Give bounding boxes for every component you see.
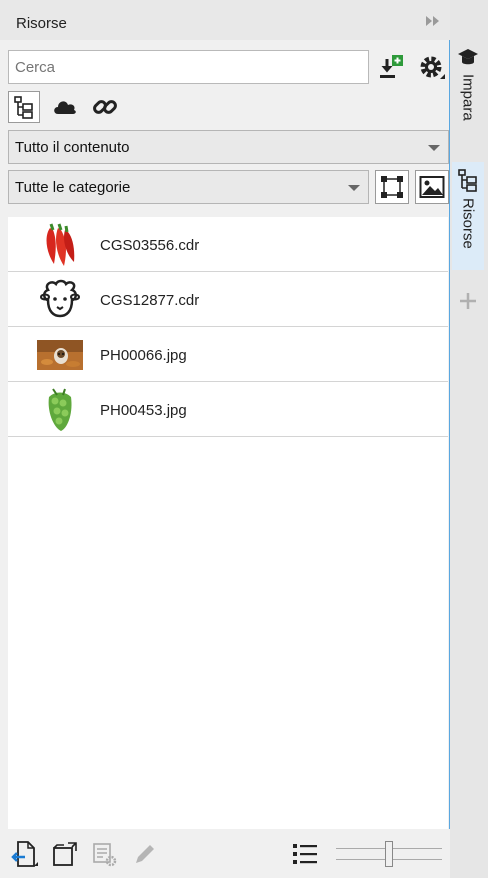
category-filter-dropdown[interactable]: Tutte le categorie (8, 170, 369, 204)
chevron-down-icon (428, 145, 440, 151)
list-item[interactable]: CGS12877.cdr (8, 272, 448, 327)
image-icon (419, 176, 445, 198)
tab-learn[interactable]: Impara (452, 42, 484, 152)
panel-title: Risorse (16, 15, 67, 32)
resources-panel: Risorse Cerca Tutto il contenuto Tutte l… (0, 0, 469, 878)
cloud-icon (54, 101, 76, 114)
resource-list: CGS03556.cdr CGS12877.cdr PH00066.jpg PH… (8, 217, 448, 829)
panel-titlebar: Risorse (0, 0, 469, 40)
add-docker-icon[interactable] (458, 290, 478, 318)
linked-resources-button[interactable] (89, 91, 121, 123)
content-filter-value: Tutto il contenuto (15, 139, 130, 156)
file-name: PH00453.jpg (100, 402, 187, 419)
settings-button[interactable] (416, 52, 448, 84)
file-name: PH00066.jpg (100, 347, 187, 364)
file-name: CGS03556.cdr (100, 237, 200, 254)
tab-resources-label: Risorse (459, 198, 477, 249)
peas-photo-thumbnail-icon (37, 387, 83, 433)
local-resources-button[interactable] (8, 91, 40, 123)
list-view-icon (293, 844, 317, 864)
cloud-resources-button[interactable] (49, 91, 81, 123)
chili-peppers-thumbnail-icon (37, 222, 83, 268)
list-item[interactable]: CGS03556.cdr (8, 217, 448, 272)
docker-tabs: Impara Risorse (450, 0, 488, 878)
sheep-face-thumbnail-icon (37, 277, 83, 323)
tab-learn-label: Impara (459, 74, 477, 121)
vector-bounding-box-icon (381, 176, 403, 198)
link-icon (93, 100, 117, 114)
document-folder-icon (53, 842, 77, 866)
download-add-button[interactable] (377, 52, 407, 82)
dog-photo-thumbnail-icon (37, 332, 83, 378)
file-name: CGS12877.cdr (100, 292, 200, 309)
edit-button[interactable] (130, 839, 160, 869)
vector-filter-button[interactable] (375, 170, 409, 204)
open-folder-button[interactable] (50, 839, 80, 869)
folder-tree-icon (458, 169, 477, 192)
list-item[interactable]: PH00453.jpg (8, 382, 448, 437)
thumbnail-size-slider[interactable] (336, 839, 442, 869)
properties-button[interactable] (90, 839, 120, 869)
document-settings-icon (93, 843, 117, 867)
slider-handle[interactable] (385, 841, 393, 867)
gear-icon (420, 56, 445, 79)
bottom-toolbar (0, 829, 450, 878)
folder-tree-icon (14, 96, 33, 119)
content-filter-dropdown[interactable]: Tutto il contenuto (8, 130, 449, 164)
category-filter-value: Tutte le categorie (15, 179, 131, 196)
chevron-down-icon (348, 185, 360, 191)
collapse-panel-icon[interactable] (422, 10, 444, 32)
list-view-button[interactable] (290, 839, 320, 869)
list-item[interactable]: PH00066.jpg (8, 327, 448, 382)
pencil-icon (136, 845, 154, 863)
import-button[interactable] (10, 839, 40, 869)
download-add-icon (380, 55, 403, 78)
import-document-icon (11, 841, 38, 867)
graduation-cap-icon (458, 49, 478, 65)
tab-resources[interactable]: Risorse (452, 162, 484, 270)
image-filter-button[interactable] (415, 170, 449, 204)
search-input[interactable] (8, 50, 369, 84)
